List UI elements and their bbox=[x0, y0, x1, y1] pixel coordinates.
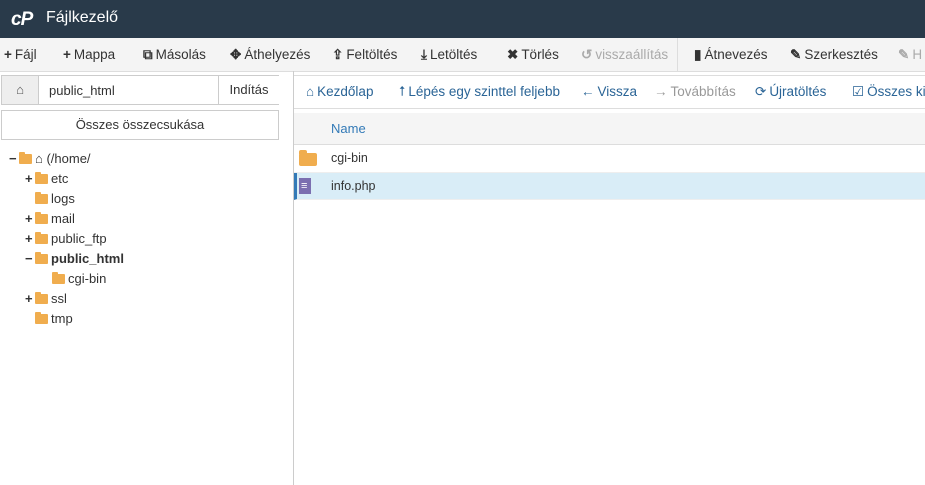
home-nav-button[interactable]: ⌂ Kezdőlap bbox=[306, 76, 373, 108]
new-folder-button[interactable]: + Mappa bbox=[63, 38, 115, 71]
toolbar-divider bbox=[677, 38, 678, 71]
navigation-bar: ⌂ Kezdőlap ⭡ Lépés egy szinttel feljebb ← V… bbox=[294, 75, 925, 109]
move-icon: ✥ bbox=[230, 47, 242, 62]
expand-toggle-icon[interactable]: + bbox=[25, 209, 35, 229]
plus-icon: + bbox=[4, 47, 12, 62]
tree-node-home[interactable]: − ⌂ (/home/ bbox=[9, 149, 91, 169]
expand-toggle-icon[interactable]: + bbox=[25, 229, 35, 249]
tree-node-ssl[interactable]: + ssl bbox=[25, 289, 67, 309]
tree-node-logs[interactable]: logs bbox=[25, 189, 75, 209]
upload-button[interactable]: ⇪ Feltöltés bbox=[332, 38, 397, 71]
refresh-icon: ⟳ bbox=[755, 84, 767, 99]
arrow-left-icon: ← bbox=[581, 84, 595, 99]
file-row[interactable]: info.php bbox=[294, 173, 925, 200]
name-column-header[interactable]: Name bbox=[331, 113, 366, 144]
tree-node-public-html[interactable]: − public_html bbox=[25, 249, 124, 269]
level-up-icon: ⭡ bbox=[399, 84, 406, 99]
restore-button[interactable]: ↺ visszaállítás bbox=[581, 38, 668, 71]
undo-icon: ↺ bbox=[581, 47, 593, 62]
tree-node-tmp[interactable]: tmp bbox=[25, 309, 73, 329]
edit-icon: ✎ bbox=[898, 47, 910, 62]
php-file-icon bbox=[299, 178, 311, 200]
path-bar: ⌂ Indítás bbox=[1, 75, 279, 105]
tree-node-mail[interactable]: + mail bbox=[25, 209, 75, 229]
html-editor-button[interactable]: ✎ H bbox=[898, 38, 922, 71]
go-button[interactable]: Indítás bbox=[218, 76, 279, 104]
home-icon: ⌂ bbox=[35, 151, 47, 166]
folder-icon bbox=[35, 292, 48, 304]
copy-icon: ⧉ bbox=[143, 47, 153, 62]
folder-icon bbox=[35, 192, 48, 204]
folder-open-icon bbox=[35, 252, 48, 264]
collapse-toggle-icon[interactable]: − bbox=[25, 249, 35, 269]
folder-icon bbox=[35, 212, 48, 224]
folder-icon bbox=[299, 150, 317, 169]
expand-toggle-icon[interactable]: + bbox=[25, 169, 35, 189]
home-icon: ⌂ bbox=[16, 82, 24, 97]
expand-toggle-icon[interactable]: + bbox=[25, 289, 35, 309]
reload-button[interactable]: ⟳ Újratöltés bbox=[755, 76, 826, 108]
move-button[interactable]: ✥ Áthelyezés bbox=[230, 38, 310, 71]
tree-node-public-ftp[interactable]: + public_ftp bbox=[25, 229, 107, 249]
plus-icon: + bbox=[63, 47, 71, 62]
back-button[interactable]: ← Vissza bbox=[581, 76, 637, 108]
collapse-toggle-icon[interactable]: − bbox=[9, 149, 19, 169]
copy-button[interactable]: ⧉ Másolás bbox=[143, 38, 206, 71]
download-icon: ⤓ bbox=[421, 47, 427, 62]
pencil-icon: ✎ bbox=[790, 47, 802, 62]
folder-icon bbox=[35, 172, 48, 184]
cpanel-logo[interactable]: cP bbox=[11, 9, 33, 31]
home-button[interactable]: ⌂ bbox=[2, 76, 39, 104]
file-row[interactable]: cgi-bin bbox=[294, 145, 925, 173]
app-header: cP Fájlkezelő bbox=[0, 0, 925, 38]
folder-icon bbox=[52, 272, 65, 284]
file-icon: ▮ bbox=[694, 47, 702, 62]
main-toolbar: + Fájl + Mappa ⧉ Másolás ✥ Áthelyezés ⇪ Feltö… bbox=[0, 38, 925, 72]
file-name: info.php bbox=[331, 179, 376, 193]
tree-node-etc[interactable]: + etc bbox=[25, 169, 68, 189]
folder-open-icon bbox=[19, 152, 32, 164]
folder-icon bbox=[35, 232, 48, 244]
rename-button[interactable]: ▮ Átnevezés bbox=[694, 38, 767, 71]
edit-button[interactable]: ✎ Szerkesztés bbox=[790, 38, 878, 71]
download-button[interactable]: ⤓ Letöltés bbox=[421, 38, 477, 71]
up-one-level-button[interactable]: ⭡ Lépés egy szinttel feljebb bbox=[399, 76, 560, 108]
file-list-header: Name bbox=[294, 113, 925, 145]
checkbox-icon: ☑ bbox=[852, 84, 865, 99]
home-icon: ⌂ bbox=[306, 84, 315, 99]
path-input[interactable] bbox=[39, 76, 218, 104]
select-all-button[interactable]: ☑ Összes kij bbox=[852, 76, 925, 108]
new-file-button[interactable]: + Fájl bbox=[4, 38, 37, 71]
folder-tree-pane: ⌂ Indítás Összes összecsukása −⌂ (/home/… bbox=[0, 71, 293, 485]
file-name: cgi-bin bbox=[331, 151, 368, 165]
arrow-right-icon: → bbox=[654, 84, 668, 99]
forward-button[interactable]: → Továbbítás bbox=[654, 76, 736, 108]
tree-node-cgi-bin[interactable]: cgi-bin bbox=[42, 269, 106, 289]
collapse-all-button[interactable]: Összes összecsukása bbox=[1, 110, 279, 140]
delete-button[interactable]: ✖ Törlés bbox=[507, 38, 559, 71]
close-icon: ✖ bbox=[507, 47, 519, 62]
app-title: Fájlkezelő bbox=[46, 9, 119, 26]
folder-icon bbox=[35, 312, 48, 324]
upload-icon: ⇪ bbox=[332, 47, 344, 62]
